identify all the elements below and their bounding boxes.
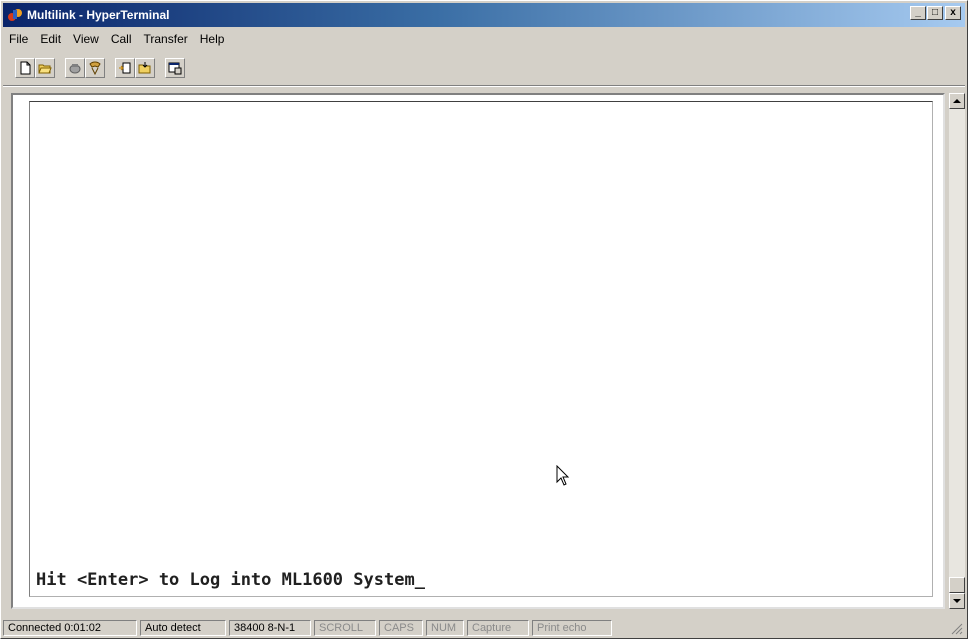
status-print-echo: Print echo bbox=[532, 620, 612, 636]
menu-help[interactable]: Help bbox=[194, 32, 231, 46]
new-icon bbox=[20, 61, 31, 75]
menu-file[interactable]: File bbox=[3, 32, 34, 46]
menu-view[interactable]: View bbox=[67, 32, 105, 46]
send-button[interactable] bbox=[115, 58, 135, 78]
dial-icon bbox=[89, 61, 101, 75]
close-button[interactable]: x bbox=[945, 6, 961, 20]
new-button[interactable] bbox=[15, 58, 35, 78]
properties-button[interactable] bbox=[165, 58, 185, 78]
status-num: NUM bbox=[426, 620, 464, 636]
arrow-down-icon bbox=[953, 599, 961, 603]
dial-button[interactable] bbox=[85, 58, 105, 78]
send-icon bbox=[119, 62, 131, 74]
status-caps: CAPS bbox=[379, 620, 423, 636]
minimize-button[interactable]: _ bbox=[910, 6, 926, 20]
maximize-button[interactable]: □ bbox=[927, 6, 943, 20]
resize-grip-icon[interactable] bbox=[951, 623, 963, 635]
toolbar-divider bbox=[3, 85, 965, 87]
terminal-screen[interactable]: Hit <Enter> to Log into ML1600 System_ bbox=[29, 101, 933, 597]
toolbar bbox=[15, 55, 185, 81]
terminal-output-line: Hit <Enter> to Log into ML1600 System_ bbox=[36, 570, 425, 590]
receive-button[interactable] bbox=[135, 58, 155, 78]
title-bar[interactable]: Multilink - HyperTerminal _ □ x bbox=[3, 3, 965, 27]
window-controls: _ □ x bbox=[909, 6, 961, 20]
status-scroll: SCROLL bbox=[314, 620, 376, 636]
menu-bar: File Edit View Call Transfer Help bbox=[3, 29, 230, 49]
terminal-frame: Hit <Enter> to Log into ML1600 System_ bbox=[11, 93, 945, 609]
vertical-scrollbar[interactable] bbox=[949, 93, 965, 609]
mouse-pointer-icon bbox=[556, 464, 570, 491]
status-connected: Connected 0:01:02 bbox=[3, 620, 137, 636]
receive-icon bbox=[138, 62, 151, 74]
hyperterminal-window: Multilink - HyperTerminal _ □ x File Edi… bbox=[0, 0, 968, 639]
menu-edit[interactable]: Edit bbox=[34, 32, 67, 46]
disconnect-icon bbox=[69, 64, 81, 74]
scroll-thumb[interactable] bbox=[949, 577, 965, 593]
window-title: Multilink - HyperTerminal bbox=[27, 8, 170, 22]
status-emulation: Auto detect bbox=[140, 620, 226, 636]
menu-transfer[interactable]: Transfer bbox=[138, 32, 194, 46]
open-icon bbox=[38, 64, 52, 74]
hyperterminal-app-icon[interactable] bbox=[7, 7, 23, 23]
status-capture: Capture bbox=[467, 620, 529, 636]
menu-call[interactable]: Call bbox=[105, 32, 138, 46]
status-bar: Connected 0:01:02 Auto detect 38400 8-N-… bbox=[3, 619, 965, 637]
scroll-down-button[interactable] bbox=[949, 593, 965, 609]
scroll-up-button[interactable] bbox=[949, 93, 965, 109]
arrow-up-icon bbox=[953, 99, 961, 103]
open-button[interactable] bbox=[35, 58, 55, 78]
disconnect-button[interactable] bbox=[65, 58, 85, 78]
status-baud: 38400 8-N-1 bbox=[229, 620, 311, 636]
properties-icon bbox=[168, 62, 182, 75]
